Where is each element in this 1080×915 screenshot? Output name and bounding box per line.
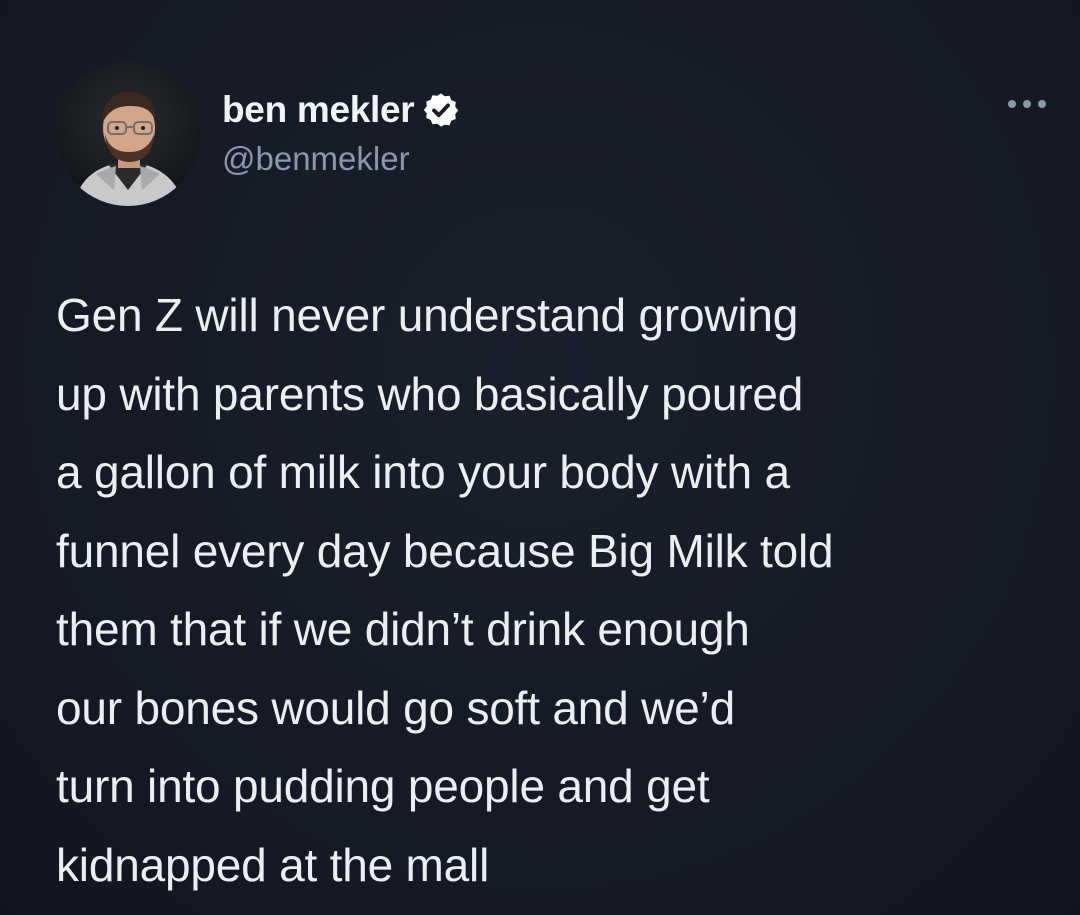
tweet-body-text: Gen Z will never understand growing up w… <box>56 289 834 891</box>
tweet-header: ben mekler @benmekler <box>56 62 1046 212</box>
verified-badge-icon <box>422 91 460 129</box>
more-options-icon <box>1008 100 1046 108</box>
tweet-card: ben mekler @benmekler Gen Z will never u… <box>0 0 1080 915</box>
person-with-glasses-avatar-icon <box>56 62 200 206</box>
display-name-row: ben mekler <box>222 86 460 134</box>
author-avatar[interactable] <box>56 62 200 206</box>
author-handle[interactable]: @benmekler <box>222 140 460 178</box>
author-display-name[interactable]: ben mekler <box>222 89 415 131</box>
author-info: ben mekler @benmekler <box>222 86 460 178</box>
more-options-button[interactable] <box>999 84 1055 124</box>
